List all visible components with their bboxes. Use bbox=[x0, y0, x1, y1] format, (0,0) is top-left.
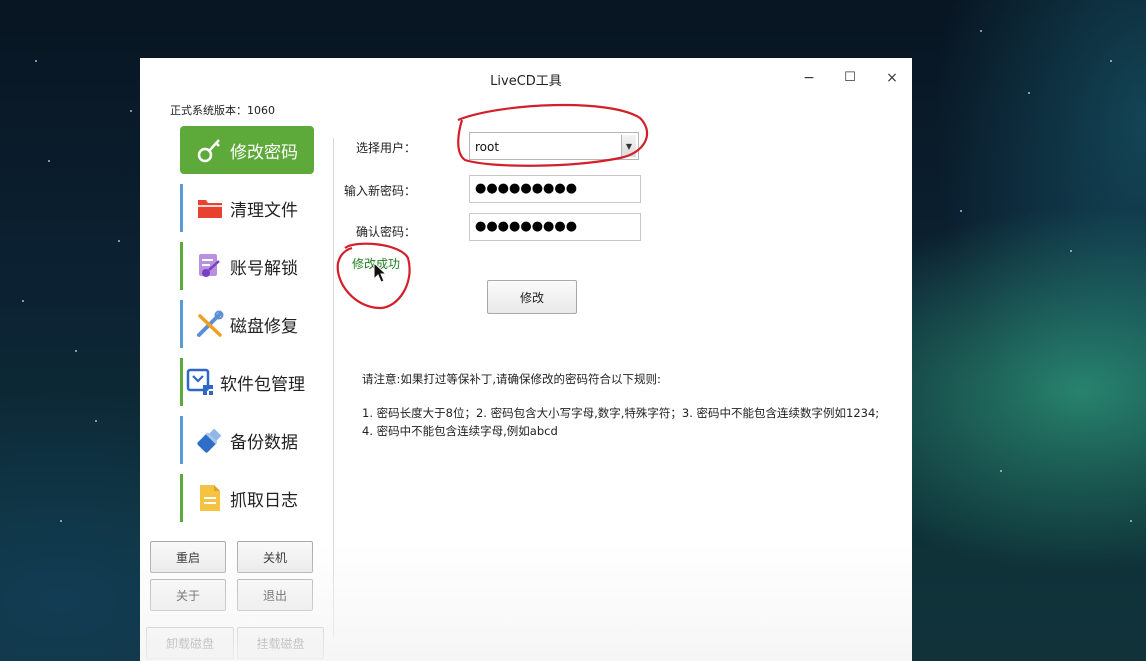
sidebar-item-change-password[interactable]: 修改密码 bbox=[180, 126, 314, 174]
sidebar-item-collect-logs[interactable]: 抓取日志 bbox=[180, 474, 314, 522]
exit-button[interactable]: 退出 bbox=[237, 579, 313, 611]
new-password-label: 输入新密码： bbox=[343, 184, 416, 198]
shutdown-button[interactable]: 关机 bbox=[237, 541, 313, 573]
sidebar-item-label: 修改密码 bbox=[230, 142, 298, 163]
nav-accent-bar bbox=[180, 300, 183, 348]
new-password-input[interactable]: ●●●●●●●●● bbox=[469, 175, 641, 203]
about-button[interactable]: 关于 bbox=[150, 579, 226, 611]
package-icon bbox=[186, 368, 214, 396]
confirm-password-input[interactable]: ●●●●●●●●● bbox=[469, 213, 641, 241]
system-version-label: 正式系统版本：1060 bbox=[170, 104, 275, 117]
nav-accent-bar bbox=[180, 358, 183, 406]
sidebar-item-label: 备份数据 bbox=[230, 432, 298, 453]
nav-accent-bar bbox=[180, 184, 183, 232]
maximize-button[interactable]: ☐ bbox=[838, 66, 862, 90]
sidebar-item-label: 账号解锁 bbox=[230, 258, 298, 279]
annotation-circle-status bbox=[336, 242, 411, 310]
folder-icon bbox=[196, 194, 224, 222]
sidebar-item-clean-files[interactable]: 清理文件 bbox=[180, 184, 314, 232]
submit-button[interactable]: 修改 bbox=[487, 280, 577, 314]
status-message: 修改成功 bbox=[352, 257, 401, 271]
mount-disk-button[interactable]: 挂载磁盘 bbox=[237, 627, 324, 659]
nav-accent-bar bbox=[180, 416, 183, 464]
wrench-icon bbox=[196, 310, 224, 338]
sidebar-divider bbox=[333, 138, 334, 638]
user-select-value: root bbox=[475, 140, 500, 154]
notes-rule-line-2: 4. 密码中不能包含连续字母,例如abcd bbox=[362, 424, 558, 438]
sidebar-item-package-manager[interactable]: 软件包管理 bbox=[180, 358, 314, 406]
sidebar-item-disk-repair[interactable]: 磁盘修复 bbox=[180, 300, 314, 348]
sidebar-item-unlock-account[interactable]: 账号解锁 bbox=[180, 242, 314, 290]
sidebar-item-label: 抓取日志 bbox=[230, 490, 298, 511]
sidebar-item-backup-data[interactable]: 备份数据 bbox=[180, 416, 314, 464]
unmount-disk-button[interactable]: 卸载磁盘 bbox=[146, 627, 234, 659]
usb-drive-icon bbox=[196, 426, 224, 454]
sidebar-item-label: 磁盘修复 bbox=[230, 316, 298, 337]
title-bar: LiveCD工具 − ☐ × bbox=[140, 58, 912, 98]
notes-rule-line-1: 1. 密码长度大于8位；2. 密码包含大小写字母,数字,特殊字符；3. 密码中不… bbox=[362, 406, 880, 420]
sidebar-item-label: 清理文件 bbox=[230, 200, 298, 221]
sidebar-item-label: 软件包管理 bbox=[220, 374, 305, 395]
key-icon bbox=[196, 136, 224, 164]
minimize-button[interactable]: − bbox=[797, 66, 821, 90]
unlock-account-icon bbox=[196, 252, 224, 280]
chevron-down-icon[interactable]: ▼ bbox=[621, 135, 636, 157]
nav-accent-bar bbox=[180, 474, 183, 522]
user-select[interactable]: root ▼ bbox=[469, 132, 639, 160]
app-window: LiveCD工具 − ☐ × 正式系统版本：1060 修改密码 清理文件 账号解… bbox=[140, 58, 912, 661]
notes-heading: 请注意:如果打过等保补丁,请确保修改的密码符合以下规则: bbox=[362, 372, 661, 386]
close-button[interactable]: × bbox=[880, 66, 904, 90]
confirm-password-label: 确认密码： bbox=[355, 225, 416, 239]
user-select-label: 选择用户： bbox=[355, 141, 416, 155]
document-icon bbox=[196, 484, 224, 512]
nav-accent-bar bbox=[180, 242, 183, 290]
restart-button[interactable]: 重启 bbox=[150, 541, 226, 573]
